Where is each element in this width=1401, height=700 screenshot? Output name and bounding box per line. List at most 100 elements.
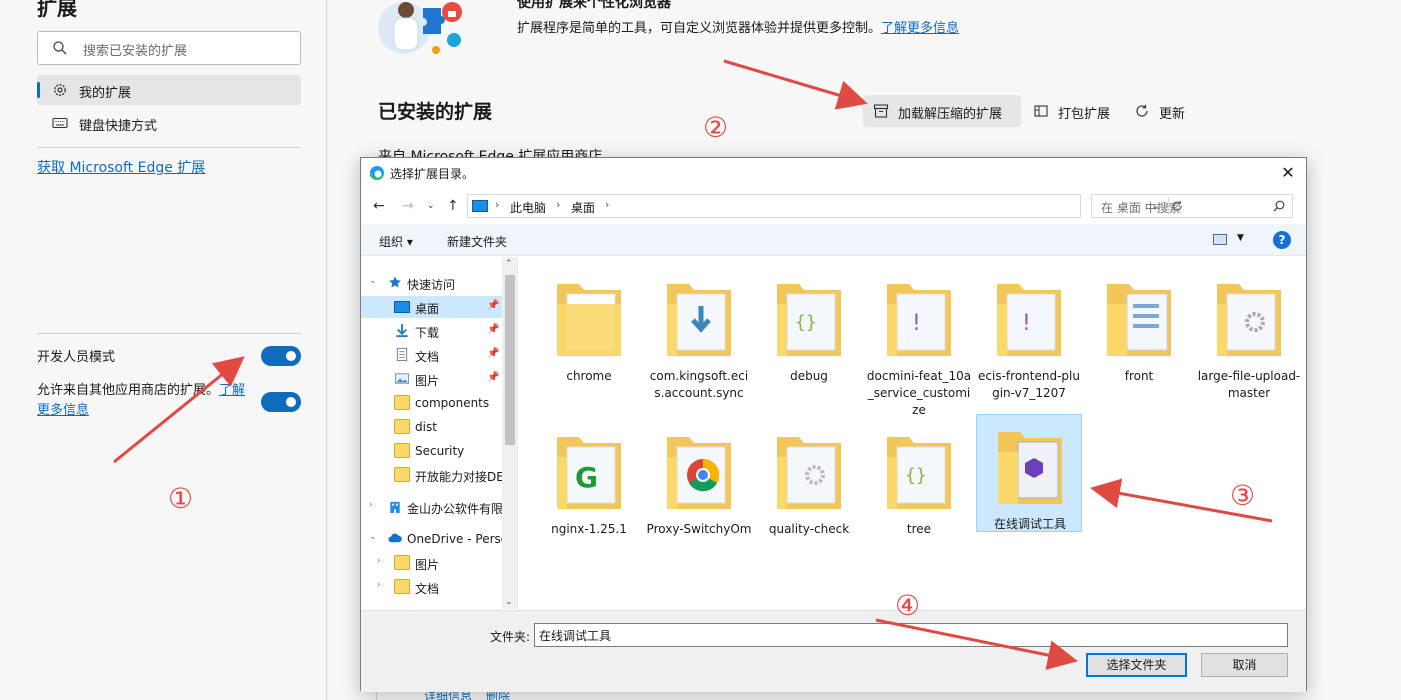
sidebar-item-label: 键盘快捷方式: [79, 119, 158, 134]
get-edge-extensions-link[interactable]: 获取 Microsoft Edge 扩展: [37, 157, 205, 177]
select-folder-dialog: 选择扩展目录。 ✕ ← → ⌄ ↑ › 此电脑 › 桌面 › ⌄ 在 桌面 中搜…: [360, 157, 1307, 692]
organize-button[interactable]: 组织 ▾: [379, 233, 413, 250]
address-bar[interactable]: › 此电脑 › 桌面 › ⌄: [467, 194, 1182, 218]
tree-item-folder[interactable]: Security: [361, 440, 502, 462]
folder-icon: [394, 555, 410, 570]
tree-scrollbar[interactable]: ⌃ ⌄: [502, 257, 517, 609]
tree-item-folder[interactable]: components: [361, 392, 502, 414]
file-name: com.kingsoft.ecis.account.sync: [649, 369, 749, 400]
close-button[interactable]: ✕: [1278, 163, 1298, 183]
tree-item-downloads[interactable]: 下载 📌: [361, 320, 502, 342]
learn-more-link[interactable]: 了解更多信息: [881, 21, 959, 36]
tree-item-folder[interactable]: › 文档: [361, 576, 502, 598]
tree-item-folder[interactable]: 开放能力对接DE: [361, 464, 502, 486]
tree-item-pictures[interactable]: 图片 📌: [361, 368, 502, 390]
file-item-selected[interactable]: 在线调试工具: [976, 414, 1082, 532]
tree-label: 桌面: [415, 302, 440, 316]
file-item[interactable]: large-file-upload-master: [1196, 267, 1302, 400]
page-title: 扩展: [37, 0, 77, 20]
folder-search-input[interactable]: 在 桌面 中搜索: [1091, 194, 1293, 218]
file-item[interactable]: {} tree: [866, 420, 972, 538]
folder-icon: [394, 419, 410, 434]
folder-gear-icon: [1217, 284, 1281, 356]
dialog-titlebar[interactable]: 选择扩展目录。 ✕: [361, 158, 1306, 188]
cancel-button[interactable]: 取消: [1201, 653, 1288, 677]
svg-text:!: !: [1022, 311, 1031, 336]
file-name: nginx-1.25.1: [551, 522, 627, 536]
installed-extensions-title: 已安装的扩展: [378, 101, 493, 123]
scrollbar-thumb[interactable]: [505, 275, 515, 445]
tree-label: 开放能力对接DE: [415, 470, 502, 484]
update-button[interactable]: 更新: [1124, 95, 1200, 127]
hero-description: 扩展程序是简单的工具，可自定义浏览器体验并提供更多控制。了解更多信息: [517, 17, 959, 36]
search-input[interactable]: 搜索已安装的扩展: [37, 31, 301, 65]
pin-icon[interactable]: 📌: [487, 324, 499, 335]
hero-illustration: [378, 2, 462, 54]
sidebar: 扩展 搜索已安装的扩展 我的扩展 键盘快捷方式 获取 Microsoft Edg…: [0, 0, 327, 700]
folder-warning-icon: !: [997, 284, 1061, 356]
search-placeholder: 在 桌面 中搜索: [1101, 201, 1181, 215]
package-icon: [1034, 105, 1048, 117]
file-item[interactable]: Proxy-SwitchyOm: [646, 420, 752, 538]
folder-gear-icon: [777, 437, 841, 509]
file-item[interactable]: quality-check: [756, 420, 862, 538]
tree-label: dist: [415, 420, 437, 434]
forward-icon[interactable]: →: [402, 198, 414, 214]
tree-label: 金山办公软件有限: [407, 502, 502, 516]
developer-mode-toggle[interactable]: [261, 346, 301, 366]
chevron-down-icon[interactable]: ▼: [1237, 233, 1244, 243]
up-icon[interactable]: ↑: [447, 198, 459, 214]
sidebar-item-label: 我的扩展: [79, 86, 132, 101]
file-item[interactable]: ! ecis-frontend-plugin-v7_1207: [976, 267, 1082, 400]
tree-item-onedrive[interactable]: ⌄ OneDrive - Perso: [361, 528, 502, 550]
dialog-title: 选择扩展目录。: [390, 167, 475, 181]
folder-icon: [557, 284, 621, 356]
svg-text:G: G: [575, 461, 598, 494]
chevron-up-icon[interactable]: ⌃: [505, 259, 513, 269]
recent-dropdown-icon[interactable]: ⌄: [427, 201, 435, 211]
back-icon[interactable]: ←: [373, 198, 385, 214]
allow-text: 允许来自其他应用商店的扩展。: [37, 383, 220, 398]
breadcrumb-this-pc[interactable]: 此电脑: [510, 199, 546, 216]
chevron-down-icon[interactable]: ⌄: [505, 597, 513, 607]
file-name: tree: [906, 522, 932, 536]
tree-item-kingsoft[interactable]: › 金山办公软件有限: [361, 496, 502, 518]
view-options-icon[interactable]: [1213, 234, 1227, 245]
file-item[interactable]: ! docmini-feat_10a_service_customize: [866, 267, 972, 417]
cloud-icon: [388, 533, 402, 543]
tree-item-documents[interactable]: 文档 📌: [361, 344, 502, 366]
chevron-down-icon: ⌄: [369, 532, 377, 542]
file-item[interactable]: com.kingsoft.ecis.account.sync: [646, 267, 752, 400]
pin-icon[interactable]: 📌: [487, 348, 499, 359]
select-folder-button[interactable]: 选择文件夹: [1086, 653, 1187, 677]
sidebar-item-keyboard-shortcuts[interactable]: 键盘快捷方式: [37, 108, 301, 138]
allow-other-stores-toggle[interactable]: [261, 392, 301, 412]
file-item[interactable]: front: [1086, 267, 1192, 385]
breadcrumb-desktop[interactable]: 桌面: [571, 199, 595, 216]
sidebar-item-my-extensions[interactable]: 我的扩展: [37, 75, 301, 105]
file-name: debug: [790, 369, 828, 383]
folder-name-input[interactable]: 在线调试工具: [534, 623, 1288, 647]
file-item[interactable]: {} debug: [756, 267, 862, 385]
pack-extension-button[interactable]: 打包扩展: [1023, 95, 1123, 127]
document-icon: [396, 347, 408, 362]
gear-icon: [54, 84, 66, 96]
file-item[interactable]: chrome: [536, 267, 642, 385]
file-name: large-file-upload-master: [1197, 369, 1301, 400]
tree-item-quick-access[interactable]: ⌄ 快速访问: [361, 272, 502, 294]
pin-icon[interactable]: 📌: [487, 300, 499, 311]
tree-item-folder[interactable]: dist: [361, 416, 502, 438]
tree-label: components: [415, 396, 490, 410]
refresh-icon: [1136, 104, 1148, 117]
pin-icon[interactable]: 📌: [487, 372, 499, 383]
folder-docs-icon: [1107, 284, 1171, 356]
tree-item-desktop[interactable]: 桌面 📌: [361, 296, 502, 318]
update-label: 更新: [1159, 107, 1186, 122]
folder-app-icon: [998, 432, 1062, 504]
tree-item-folder[interactable]: › 图片: [361, 552, 502, 574]
help-icon[interactable]: ?: [1273, 231, 1291, 249]
new-folder-button[interactable]: 新建文件夹: [447, 233, 507, 250]
divider: [37, 333, 301, 334]
file-item[interactable]: G nginx-1.25.1: [536, 420, 642, 538]
load-unpacked-button[interactable]: 加载解压缩的扩展: [863, 95, 1021, 127]
